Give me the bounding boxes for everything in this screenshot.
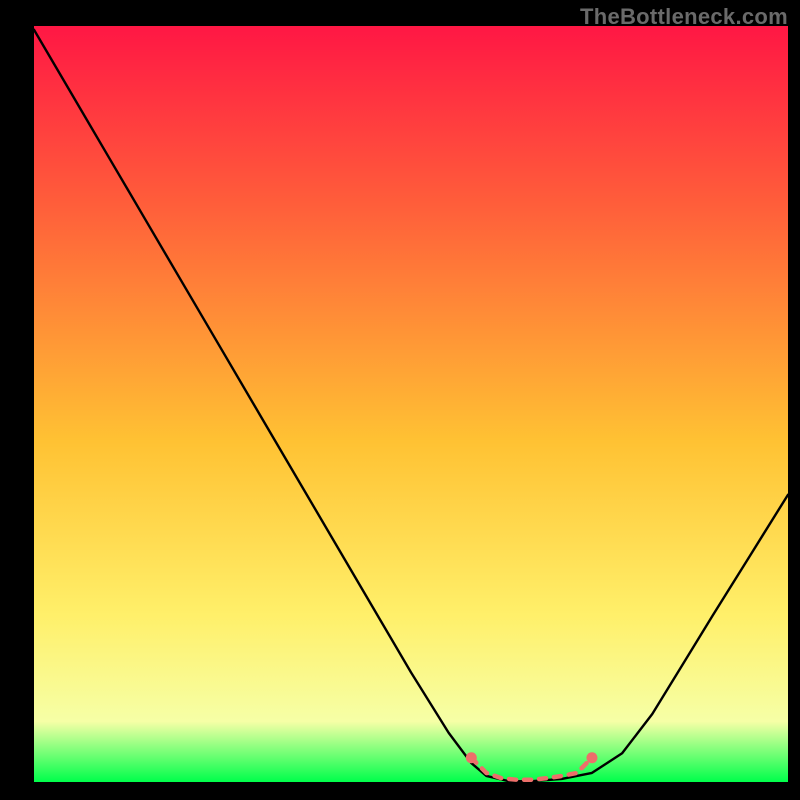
chart-container: TheBottleneck.com — [0, 0, 800, 800]
watermark-text: TheBottleneck.com — [580, 4, 788, 30]
bottleneck-chart — [0, 0, 800, 800]
